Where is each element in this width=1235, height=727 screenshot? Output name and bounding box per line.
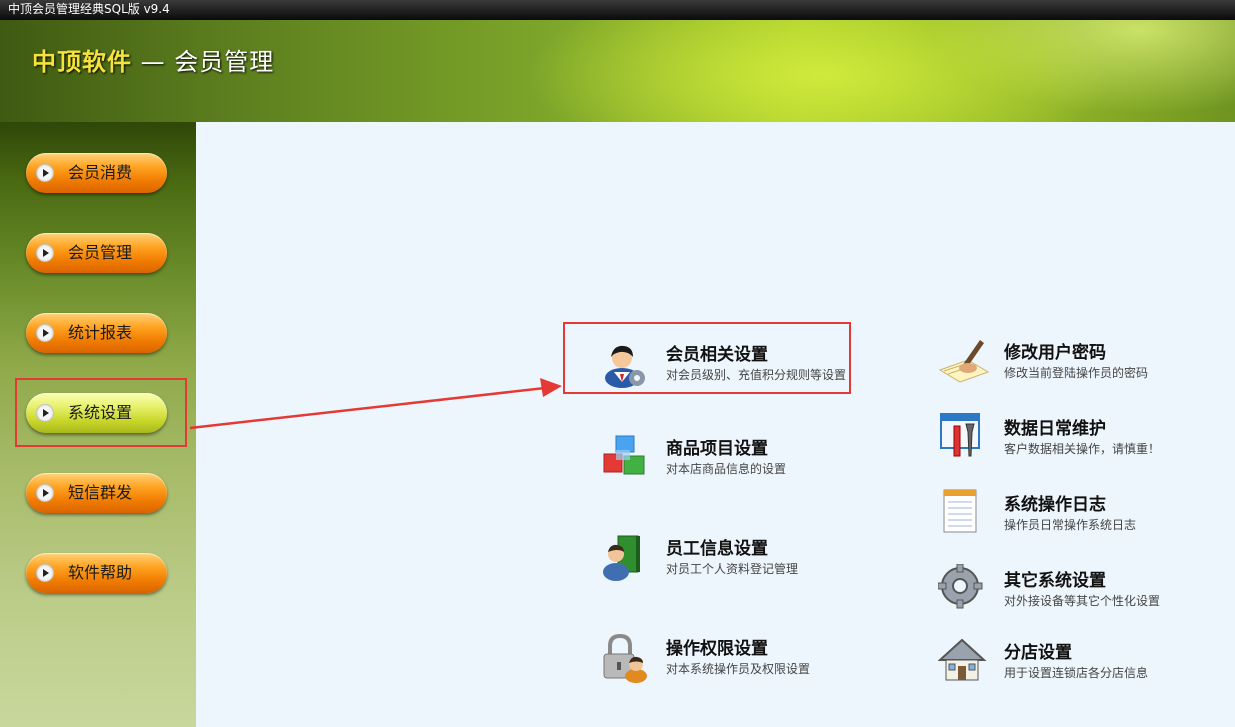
- item-desc: 对本店商品信息的设置: [666, 462, 787, 476]
- nav-label: 统计报表: [68, 323, 133, 342]
- play-icon: [36, 564, 54, 582]
- nav-label: 会员管理: [68, 243, 133, 262]
- item-desc: 客户数据相关操作，请慎重！: [1004, 442, 1161, 456]
- window-title: 中顶会员管理经典SQL版 v9.4: [0, 0, 1235, 20]
- item-title: 会员相关设置: [666, 345, 768, 365]
- nav-label: 短信群发: [68, 483, 133, 502]
- item-title: 其它系统设置: [1004, 571, 1106, 591]
- product-cubes-icon: [603, 435, 645, 475]
- play-icon: [36, 164, 54, 182]
- app-header: 中顶软件 — 会员管理: [0, 20, 1235, 122]
- nav-label: 软件帮助: [68, 563, 133, 582]
- play-icon: [36, 404, 54, 422]
- product-settings-item[interactable]: 商品项目设置 对本店商品信息的设置: [600, 432, 840, 484]
- employee-book-icon: [603, 535, 640, 581]
- brand-name: 中顶软件: [32, 48, 132, 76]
- permission-settings-item[interactable]: 操作权限设置 对本系统操作员及权限设置: [600, 632, 840, 684]
- operation-log-item[interactable]: 系统操作日志 操作员日常操作系统日志: [938, 488, 1178, 540]
- item-desc: 对外接设备等其它个性化设置: [1004, 594, 1161, 608]
- item-desc: 操作员日常操作系统日志: [1004, 518, 1137, 532]
- maintenance-tools-icon: [940, 413, 980, 457]
- item-title: 商品项目设置: [666, 439, 768, 459]
- branch-settings-item[interactable]: 分店设置 用于设置连锁店各分店信息: [938, 636, 1178, 688]
- gear-icon: [938, 564, 983, 609]
- item-title: 员工信息设置: [666, 539, 768, 559]
- sidebar: 会员消费 会员管理 统计报表 系统设置 短信群发 软件帮助: [0, 122, 196, 727]
- nav-system-settings-button[interactable]: 系统设置: [26, 393, 167, 433]
- other-settings-item[interactable]: 其它系统设置 对外接设备等其它个性化设置: [938, 564, 1178, 616]
- nav-help-button[interactable]: 软件帮助: [26, 553, 167, 593]
- member-settings-item[interactable]: 会员相关设置 对会员级别、充值积分规则等设置: [600, 338, 846, 390]
- item-desc: 对本系统操作员及权限设置: [666, 662, 811, 676]
- app-title: 中顶软件 — 会员管理: [32, 42, 274, 77]
- item-desc: 对员工个人资料登记管理: [666, 562, 799, 576]
- nav-sms-button[interactable]: 短信群发: [26, 473, 167, 513]
- item-title: 分店设置: [1004, 643, 1072, 663]
- employee-settings-item[interactable]: 员工信息设置 对员工个人资料登记管理: [600, 532, 840, 584]
- item-title: 数据日常维护: [1004, 419, 1106, 439]
- settings-panel: 会员相关设置 对会员级别、充值积分规则等设置 商品项目设置 对本店商品信息的设置…: [196, 122, 1235, 727]
- nav-member-consume-button[interactable]: 会员消费: [26, 153, 167, 193]
- nav-statistics-button[interactable]: 统计报表: [26, 313, 167, 353]
- pen-paper-icon: [938, 340, 990, 383]
- house-icon: [938, 638, 987, 681]
- change-password-item[interactable]: 修改用户密码 修改当前登陆操作员的密码: [938, 336, 1178, 388]
- play-icon: [36, 324, 54, 342]
- nav-label: 会员消费: [68, 163, 133, 182]
- member-settings-icon: [605, 345, 645, 388]
- item-title: 系统操作日志: [1004, 495, 1106, 515]
- log-notepad-icon: [943, 489, 977, 533]
- nav-member-manage-button[interactable]: 会员管理: [26, 233, 167, 273]
- item-desc: 用于设置连锁店各分店信息: [1004, 666, 1149, 680]
- item-title: 操作权限设置: [666, 639, 768, 659]
- item-title: 修改用户密码: [1004, 343, 1106, 363]
- play-icon: [36, 244, 54, 262]
- item-desc: 修改当前登陆操作员的密码: [1004, 366, 1149, 380]
- nav-label: 系统设置: [68, 403, 133, 422]
- play-icon: [36, 484, 54, 502]
- app-subtitle: — 会员管理: [132, 48, 275, 76]
- item-desc: 对会员级别、充值积分规则等设置: [666, 368, 847, 382]
- data-maintenance-item[interactable]: 数据日常维护 客户数据相关操作，请慎重！: [938, 412, 1178, 464]
- lock-user-icon: [603, 633, 647, 683]
